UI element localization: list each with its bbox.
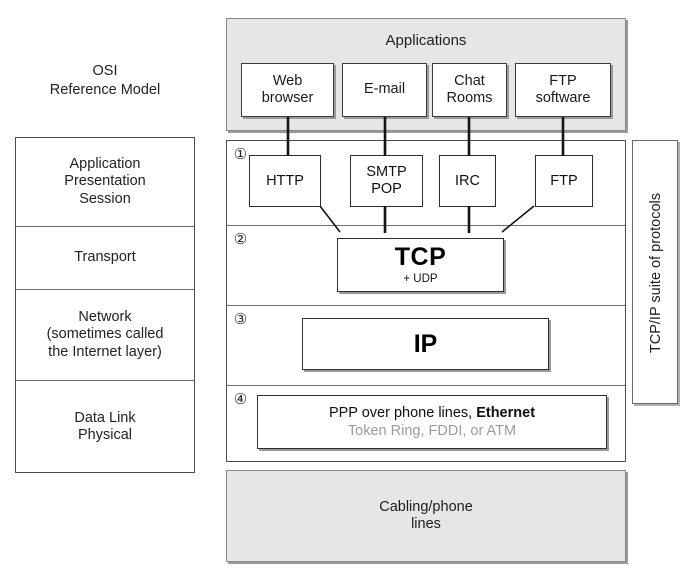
tcpip-suite-label-wrap: TCP/IP suite of protocols — [633, 141, 679, 405]
applications-panel-title: Applications — [385, 32, 467, 49]
application-box-line: software — [535, 90, 591, 106]
protocol-box-line: SMTP — [366, 164, 407, 181]
osi-layer-line: Data Link — [74, 409, 136, 426]
layer-marker-3-icon: ③ — [233, 311, 248, 328]
link-layer-primary-bold: Ethernet — [476, 404, 536, 421]
protocol-box-line: HTTP — [266, 172, 304, 189]
osi-layer-datalink-physical[interactable]: Data Link Physical — [16, 381, 194, 473]
application-box-ftp-software[interactable]: FTP software — [515, 63, 611, 117]
application-box-line: browser — [261, 90, 314, 106]
protocol-box-smtp-pop[interactable]: SMTP POP — [350, 155, 423, 207]
osi-layer-line: (sometimes called — [46, 326, 164, 343]
cabling-line: lines — [411, 516, 441, 532]
protocol-box-irc[interactable]: IRC — [439, 155, 496, 207]
protocol-box-line: FTP — [550, 172, 578, 189]
application-box-chat-rooms[interactable]: Chat Rooms — [432, 63, 507, 117]
protocol-box-ip[interactable]: IP — [302, 318, 549, 370]
osi-layer-application-presentation-session[interactable]: Application Presentation Session — [16, 138, 194, 227]
tcpip-layer-4-row: ④ PPP over phone lines, Ethernet Token R… — [227, 386, 625, 461]
tcpip-suite-bracket: TCP/IP suite of protocols — [632, 140, 678, 404]
osi-reference-model-title: OSI Reference Model — [14, 62, 196, 100]
cabling-phone-lines-panel: Cabling/phone lines — [226, 470, 626, 562]
osi-layer-line: Presentation — [64, 173, 146, 190]
osi-title-line-1: OSI — [92, 63, 118, 79]
link-layer-primary-plain: PPP over phone lines, — [328, 404, 477, 421]
osi-layer-line: Network — [78, 309, 132, 326]
osi-layer-network[interactable]: Network (sometimes called the Internet l… — [16, 290, 194, 381]
osi-layer-line: Application — [69, 156, 141, 173]
tcp-label: TCP — [394, 243, 447, 271]
tcpip-layer-1-row: ① HTTP SMTP POP IRC FTP — [227, 141, 625, 226]
application-box-line: Rooms — [446, 90, 493, 106]
osi-layer-line: Transport — [74, 249, 136, 266]
application-box-line: FTP — [549, 72, 577, 89]
protocol-box-line: IRC — [455, 172, 480, 189]
protocol-box-ftp[interactable]: FTP — [535, 155, 593, 207]
protocol-box-line: POP — [371, 181, 402, 197]
protocol-box-link-layer[interactable]: PPP over phone lines, Ethernet Token Rin… — [257, 395, 607, 449]
osi-layer-line: the Internet layer) — [48, 343, 162, 360]
tcpip-suite-label: TCP/IP suite of protocols — [648, 192, 664, 354]
application-box-line: Chat — [454, 72, 485, 89]
ip-label: IP — [413, 329, 438, 358]
application-box-web-browser[interactable]: Web browser — [241, 63, 334, 117]
protocol-box-tcp[interactable]: TCP + UDP — [337, 238, 504, 292]
layer-marker-1-icon: ① — [233, 146, 248, 163]
link-layer-primary-line: PPP over phone lines, Ethernet — [329, 404, 535, 422]
layer-marker-2-icon: ② — [233, 231, 248, 248]
application-box-line: E-mail — [363, 81, 406, 98]
osi-title-line-2: Reference Model — [49, 82, 161, 99]
protocol-box-http[interactable]: HTTP — [249, 155, 321, 207]
udp-label: + UDP — [403, 273, 438, 285]
tcpip-layer-2-row: ② TCP + UDP — [227, 226, 625, 306]
application-box-line: Web — [272, 72, 303, 89]
tcpip-layer-3-row: ③ IP — [227, 306, 625, 386]
osi-layer-stack: Application Presentation Session Transpo… — [15, 137, 195, 473]
diagram-canvas: OSI Reference Model Application Presenta… — [0, 0, 700, 581]
osi-layer-line: Physical — [77, 427, 132, 443]
tcpip-layer-stack: ① HTTP SMTP POP IRC FTP ② TCP + UDP ③ IP… — [226, 140, 626, 462]
osi-layer-line: Session — [79, 190, 131, 207]
cabling-line: Cabling/phone — [379, 498, 473, 515]
link-layer-secondary-line: Token Ring, FDDI, or ATM — [347, 423, 517, 439]
application-box-email[interactable]: E-mail — [342, 63, 427, 117]
layer-marker-4-icon: ④ — [233, 391, 248, 408]
osi-layer-transport[interactable]: Transport — [16, 227, 194, 290]
